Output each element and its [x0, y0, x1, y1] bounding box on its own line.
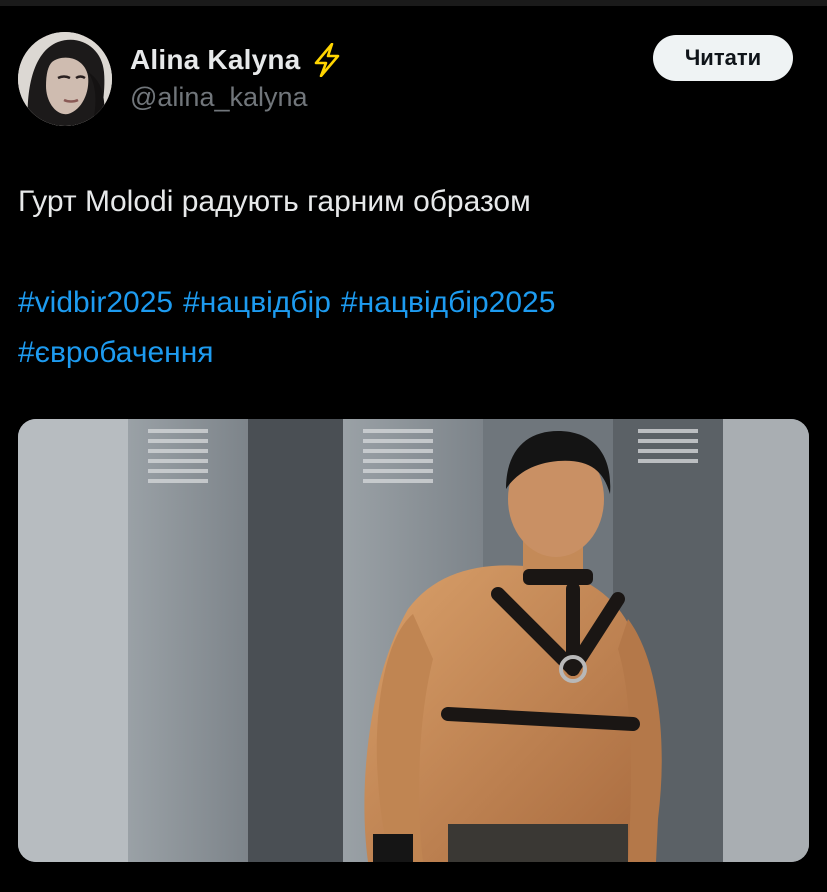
hashtag-link[interactable]: #нацвідбір2025 — [341, 286, 556, 319]
tweet-media-image[interactable] — [18, 419, 809, 862]
avatar[interactable] — [18, 32, 112, 126]
hashtag-link[interactable]: #нацвідбір — [183, 286, 331, 319]
lightning-bolt-icon — [312, 42, 342, 78]
hashtag-list: #vidbir2025 #нацвідбір #нацвідбір2025 #євр… — [18, 278, 808, 378]
author-display-name[interactable]: Alina Kalyna — [130, 44, 300, 76]
media-photo — [18, 419, 809, 862]
author-name-row[interactable]: Alina Kalyna — [130, 40, 342, 80]
avatar-image — [18, 32, 112, 126]
author-handle[interactable]: @alina_kalyna — [130, 82, 308, 113]
hashtag-link[interactable]: #vidbir2025 — [18, 286, 173, 319]
tweet-text: Гурт Molodi радують гарним образом — [18, 185, 531, 218]
top-edge-bar — [0, 0, 827, 6]
follow-button[interactable]: Читати — [653, 35, 793, 81]
hashtag-link[interactable]: #євробачення — [18, 336, 214, 369]
